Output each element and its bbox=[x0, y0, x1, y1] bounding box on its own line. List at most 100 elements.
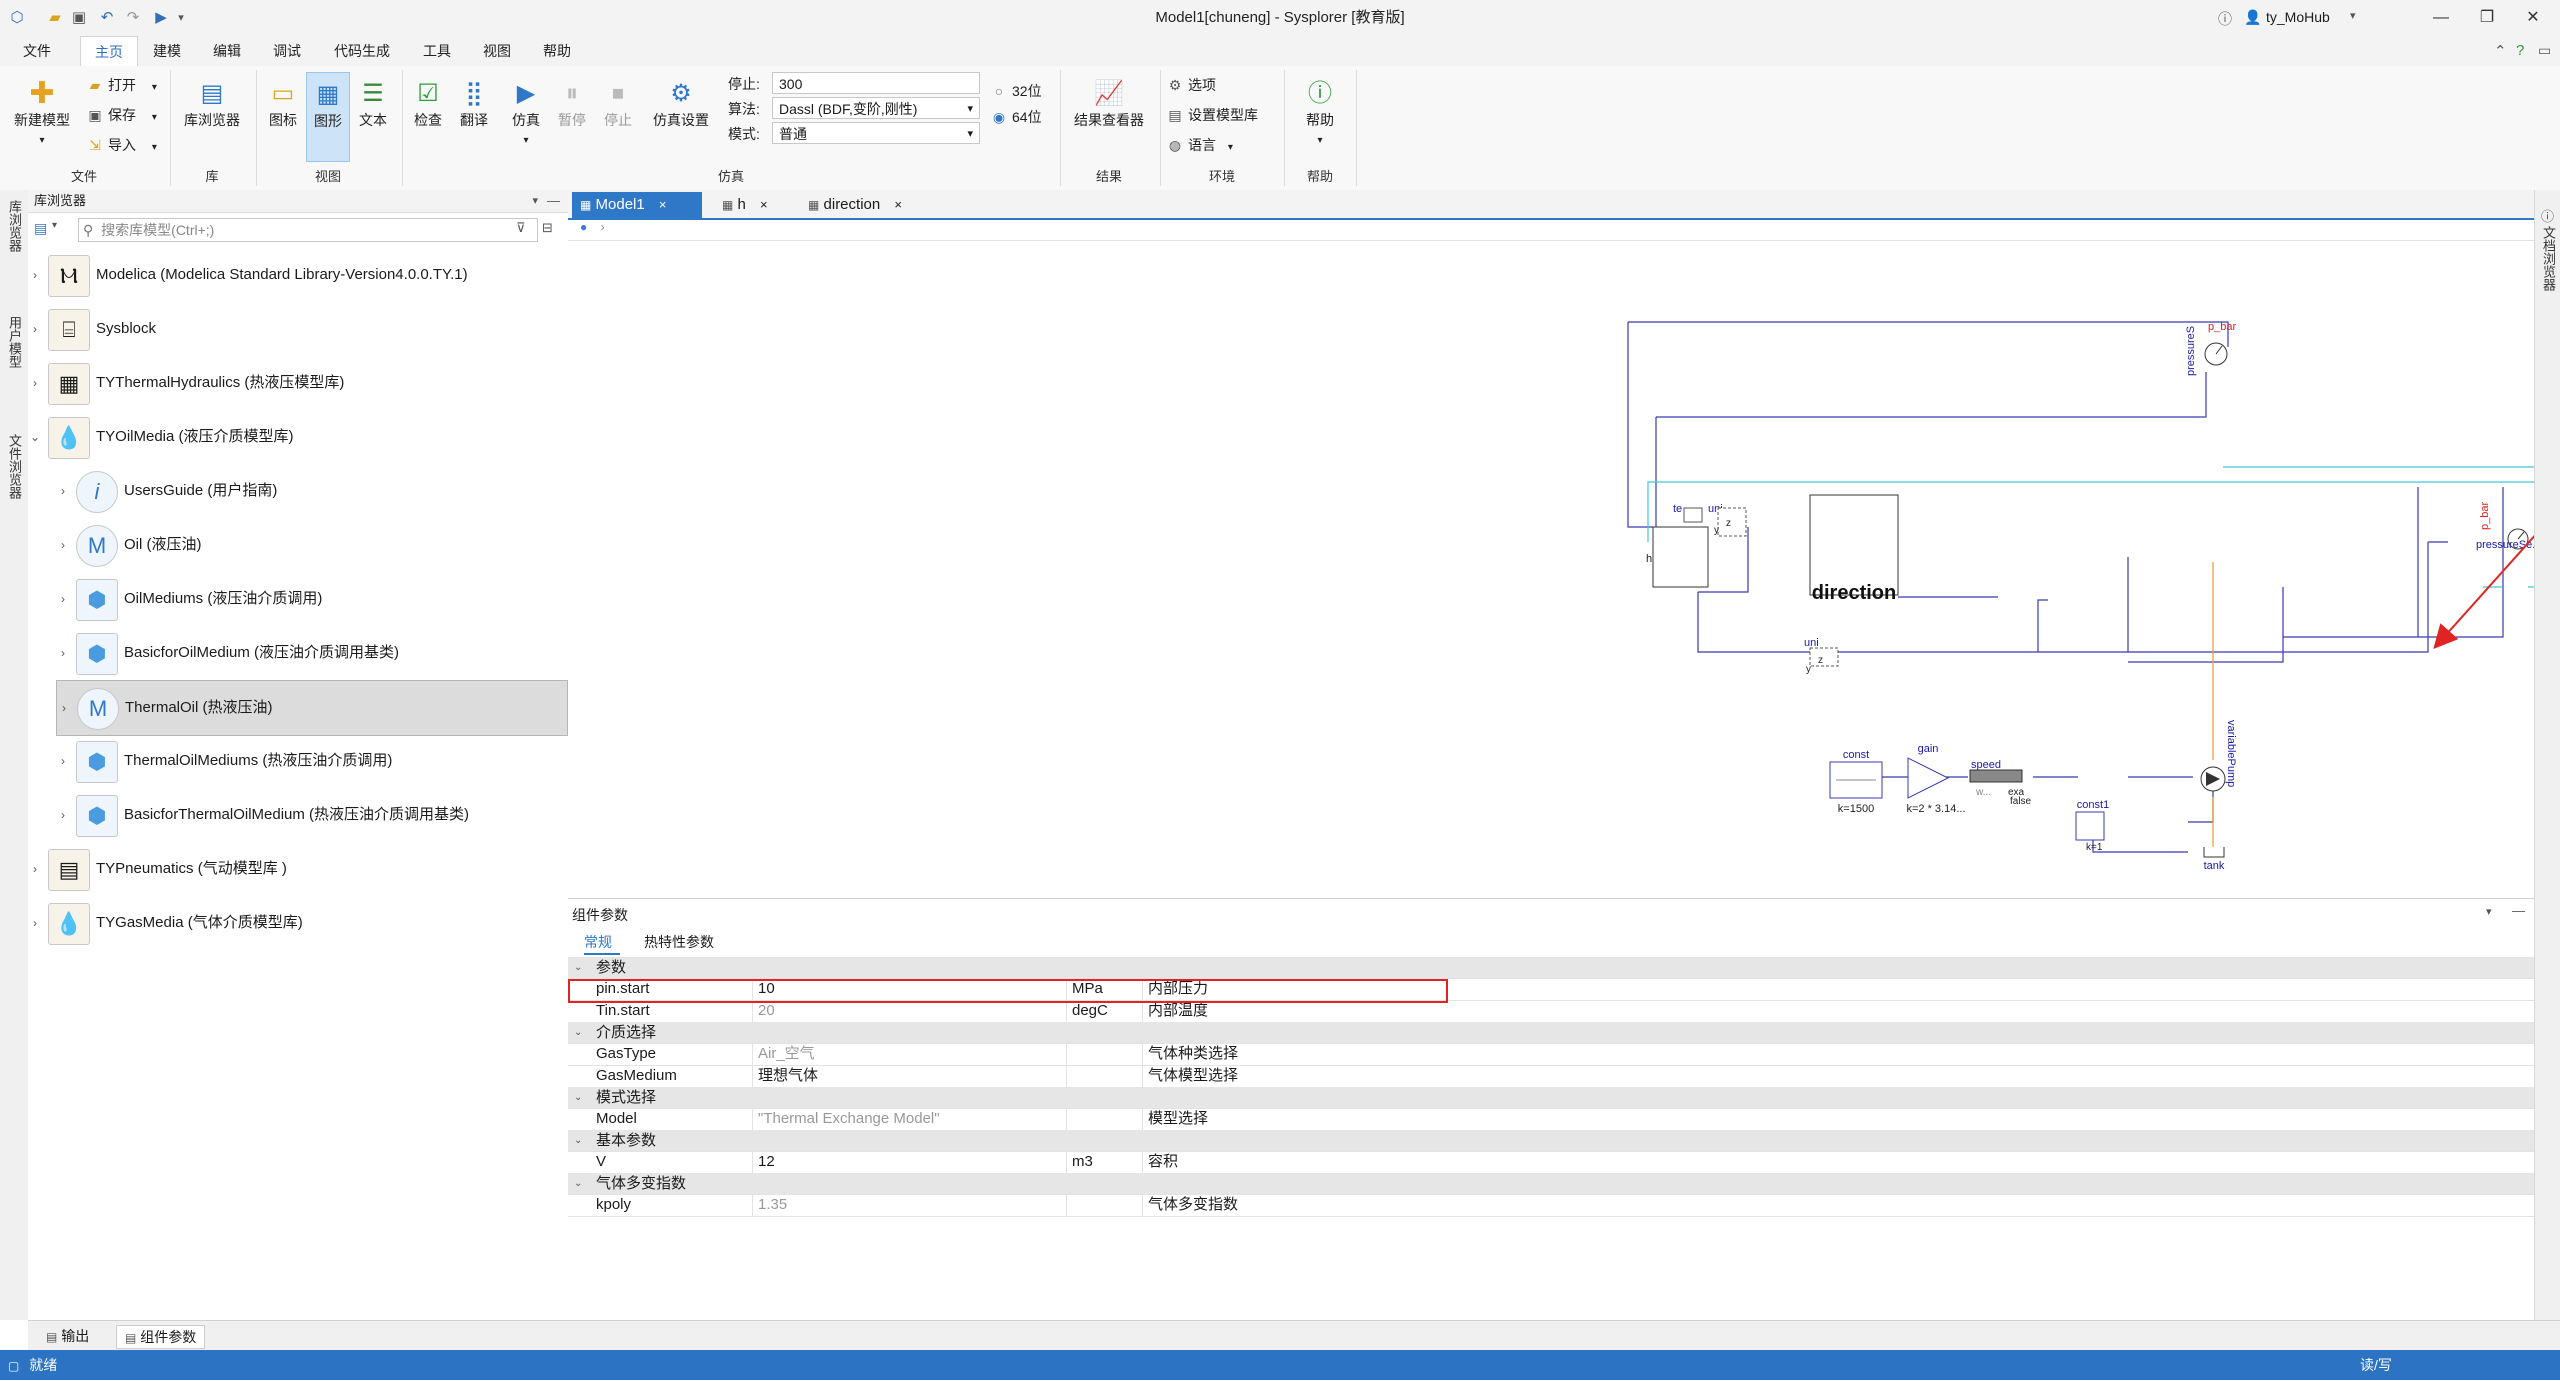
collapse-all-icon[interactable]: ⊟ bbox=[542, 220, 553, 236]
tab-direction[interactable]: ▦ direction × bbox=[800, 192, 936, 218]
check-button[interactable]: ☑ 检查 bbox=[408, 78, 448, 130]
mode-select[interactable]: 普通 ▾ bbox=[772, 122, 980, 144]
param-row[interactable]: V 12 m3 容积 bbox=[568, 1151, 2534, 1174]
param-value[interactable]: Air_空气 bbox=[758, 1043, 815, 1065]
collapsed-arrow-icon[interactable]: › bbox=[28, 302, 42, 356]
open-button[interactable]: ▰ 打开 ▾ bbox=[86, 74, 157, 96]
library-item[interactable]: › M ThermalOil (热液压油) bbox=[56, 680, 568, 736]
category-toggle-icon[interactable]: ⌄ bbox=[574, 1130, 582, 1151]
direction-block[interactable] bbox=[1809, 494, 1899, 596]
gain-block[interactable] bbox=[1907, 757, 1950, 799]
library-search-input[interactable]: ⚲ 搜索库模型(Ctrl+;) bbox=[78, 218, 538, 242]
library-item[interactable]: › ⌸ Sysblock bbox=[28, 302, 566, 356]
params-tab-general[interactable]: 常规 bbox=[584, 931, 620, 955]
param-value[interactable]: "Thermal Exchange Model" bbox=[758, 1108, 940, 1130]
category-toggle-icon[interactable]: ⌄ bbox=[574, 957, 582, 978]
category-toggle-icon[interactable]: ⌄ bbox=[574, 1087, 582, 1108]
menu-debug[interactable]: 调试 bbox=[262, 36, 312, 66]
library-item[interactable]: › ⬢ BasicforThermalOilMedium (热液压油介质调用基类) bbox=[56, 788, 566, 842]
param-value[interactable]: 12 bbox=[758, 1151, 775, 1173]
library-item[interactable]: › 💧 TYGasMedia (气体介质模型库) bbox=[28, 896, 566, 950]
collapsed-arrow-icon[interactable]: › bbox=[56, 464, 70, 518]
uni2-block[interactable] bbox=[1809, 647, 1839, 667]
library-item[interactable]: › ▦ TYThermalHydraulics (热液压模型库) bbox=[28, 356, 566, 410]
tank-symbol[interactable] bbox=[2203, 847, 2225, 858]
help-button[interactable]: ⓘ 帮助 ▾ bbox=[1290, 78, 1350, 146]
param-value[interactable]: 理想气体 bbox=[758, 1065, 818, 1087]
result-viewer-button[interactable]: 📈 结果查看器 bbox=[1066, 78, 1152, 130]
param-row[interactable]: GasType Air_空气 气体种类选择 bbox=[568, 1043, 2534, 1066]
menu-codegen[interactable]: 代码生成 bbox=[322, 36, 402, 66]
collapsed-arrow-icon[interactable]: › bbox=[57, 681, 71, 735]
param-row[interactable]: Tin.start 20 degC 内部温度 bbox=[568, 1000, 2534, 1023]
menu-file[interactable]: 文件 bbox=[12, 36, 62, 66]
breadcrumb-arrow-icon[interactable]: › bbox=[601, 220, 605, 234]
menu-help[interactable]: 帮助 bbox=[532, 36, 582, 66]
list-view-icon[interactable]: ▤ bbox=[34, 220, 47, 237]
param-category[interactable]: ⌄ 介质选择 bbox=[568, 1022, 2534, 1044]
bit32-radio[interactable]: ○ 32位 bbox=[990, 80, 1042, 102]
redo-icon[interactable]: ↷ bbox=[124, 9, 142, 27]
translate-button[interactable]: ⣿ 翻译 bbox=[454, 78, 494, 130]
dock-tab-doc-browser[interactable]: 文档浏览器 bbox=[2538, 226, 2558, 291]
tab-h[interactable]: ▦ h × bbox=[714, 192, 778, 218]
collapsed-arrow-icon[interactable]: › bbox=[56, 788, 70, 842]
output-tab[interactable]: ▤ 输出 bbox=[38, 1325, 97, 1347]
pause-button[interactable]: ⏸ 暂停 bbox=[552, 78, 592, 130]
user-dropdown-icon[interactable]: ▾ bbox=[2350, 9, 2356, 22]
expanded-arrow-icon[interactable]: ⌄ bbox=[28, 410, 42, 464]
menu-edit[interactable]: 编辑 bbox=[202, 36, 252, 66]
te-block[interactable] bbox=[1683, 507, 1703, 523]
library-item[interactable]: › ⬢ ThermalOilMediums (热液压油介质调用) bbox=[56, 734, 566, 788]
library-item[interactable]: › i UsersGuide (用户指南) bbox=[56, 464, 566, 518]
param-row[interactable]: kpoly 1.35 气体多变指数 bbox=[568, 1194, 2534, 1217]
menu-view[interactable]: 视图 bbox=[472, 36, 522, 66]
ribbon-collapse-icon[interactable]: ⌃ bbox=[2494, 42, 2507, 60]
run-icon[interactable]: ▶ bbox=[152, 9, 170, 27]
breadcrumb-home-icon[interactable]: ● bbox=[580, 220, 587, 234]
help-circle-icon[interactable]: ? bbox=[2516, 42, 2524, 59]
chevron-down-icon[interactable]: ▾ bbox=[532, 190, 538, 212]
panel-icon[interactable]: ▭ bbox=[2538, 42, 2551, 59]
diagram-canvas[interactable]: const k=1500 gain k=2 * 3.14... speed w.… bbox=[568, 242, 2534, 898]
set-library-button[interactable]: ▤ 设置模型库 bbox=[1166, 104, 1258, 126]
library-item[interactable]: › ▤ TYPneumatics (气动模型库 ) bbox=[28, 842, 566, 896]
library-item[interactable]: › M Oil (液压油) bbox=[56, 518, 566, 572]
open-folder-icon[interactable]: ▰ bbox=[46, 9, 64, 27]
param-value[interactable]: 10 bbox=[758, 978, 775, 1000]
dock-tab-user-models[interactable]: 用户模型 bbox=[4, 316, 24, 368]
dock-tab-file-browser[interactable]: 文件浏览器 bbox=[4, 434, 24, 499]
collapsed-arrow-icon[interactable]: › bbox=[56, 572, 70, 626]
undo-icon[interactable]: ↶ bbox=[98, 9, 116, 27]
bit64-radio[interactable]: ◉ 64位 bbox=[990, 106, 1042, 128]
params-tab-thermal[interactable]: 热特性参数 bbox=[644, 931, 724, 953]
param-category[interactable]: ⌄ 参数 bbox=[568, 957, 2534, 979]
close-panel-icon[interactable]: — bbox=[547, 190, 560, 212]
minimize-button[interactable]: — bbox=[2418, 0, 2464, 36]
param-value[interactable]: 20 bbox=[758, 1000, 775, 1022]
param-category[interactable]: ⌄ 气体多变指数 bbox=[568, 1173, 2534, 1195]
const1-block[interactable] bbox=[2075, 811, 2105, 841]
library-item[interactable]: › ⬢ BasicforOilMedium (液压油介质调用基类) bbox=[56, 626, 566, 680]
chevron-down-icon[interactable]: ▾ bbox=[2486, 905, 2492, 918]
param-category[interactable]: ⌄ 基本参数 bbox=[568, 1130, 2534, 1152]
collapsed-arrow-icon[interactable]: › bbox=[56, 626, 70, 680]
tab-model1[interactable]: ▦ Model1 × bbox=[572, 192, 702, 218]
import-button[interactable]: ⇲ 导入 ▾ bbox=[86, 134, 157, 156]
maximize-button[interactable]: ❐ bbox=[2464, 0, 2510, 36]
collapsed-arrow-icon[interactable]: › bbox=[28, 896, 42, 950]
collapsed-arrow-icon[interactable]: › bbox=[28, 842, 42, 896]
collapsed-arrow-icon[interactable]: › bbox=[56, 734, 70, 788]
menu-modeling[interactable]: 建模 bbox=[142, 36, 192, 66]
h-block[interactable] bbox=[1652, 526, 1709, 588]
icon-view-button[interactable]: ▭ 图标 bbox=[262, 78, 304, 130]
collapsed-arrow-icon[interactable]: › bbox=[28, 248, 42, 302]
stop-time-input[interactable]: 300 bbox=[772, 72, 980, 94]
library-browser-button[interactable]: ▤ 库浏览器 bbox=[176, 78, 248, 130]
close-tab-icon[interactable]: × bbox=[659, 197, 667, 212]
chevron-down-icon[interactable]: ▾ bbox=[52, 220, 57, 231]
algorithm-select[interactable]: Dassl (BDF,变阶,刚性) ▾ bbox=[772, 97, 980, 119]
info-icon[interactable]: ⓘ bbox=[2218, 9, 2232, 29]
user-name[interactable]: ty_MoHub bbox=[2266, 9, 2330, 25]
library-item[interactable]: ⌄ 💧 TYOilMedia (液压介质模型库) bbox=[28, 410, 566, 464]
